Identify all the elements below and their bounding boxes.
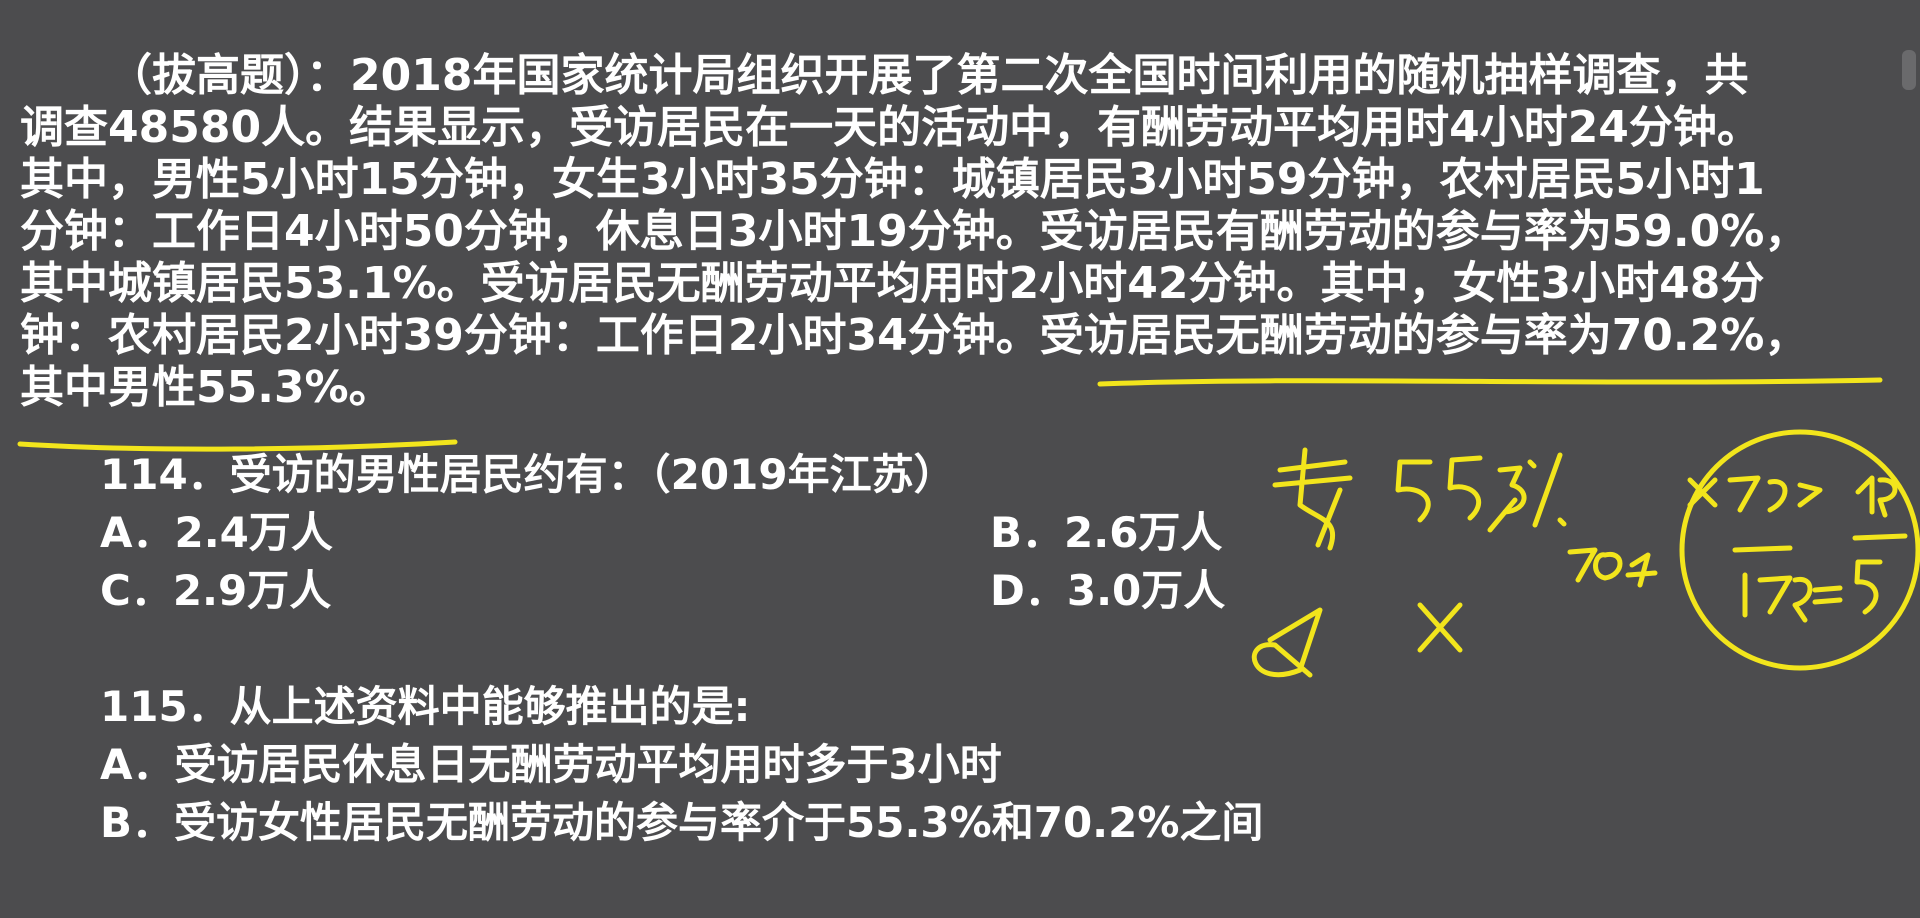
ink-male-character (1272, 447, 1353, 551)
underline-participation-rate (1097, 377, 1883, 387)
ink-circle (1679, 429, 1920, 671)
question-114-option-a[interactable]: A．2.4万人 (100, 506, 333, 560)
passage-line-2: 调查48580人。结果显示，受访居民在一天的活动中，有酬劳动平均用时4小时24分… (20, 102, 1761, 153)
ink-fraction-bar (1732, 545, 1793, 553)
question-115-stem: 115．从上述资料中能够推出的是: (100, 682, 751, 731)
passage-line-7: 其中男性55.3%。 (20, 362, 393, 413)
passage-line-6: 钟：农村居民2小时39分钟：工作日2小时34分钟。受访居民无酬劳动的参与率为70… (20, 310, 1809, 361)
question-114-option-b[interactable]: B．2.6万人 (990, 506, 1222, 560)
ink-1-19 (1742, 572, 1813, 623)
passage-line-5: 其中城镇居民53.1%。受访居民无酬劳动平均用时2小时42分钟。其中，女性3小时… (20, 258, 1765, 309)
ink-fraction-bar-2 (1852, 533, 1908, 541)
slide: （拔高题）：2018年国家统计局组织开展了第二次全国时间利用的随机抽样调查，共 … (0, 0, 1920, 918)
ink-55-3-percent (1395, 452, 1567, 528)
question-115-option-b[interactable]: B．受访女性居民无酬劳动的参与率介于55.3%和70.2%之间 (100, 796, 1263, 850)
question-114-option-c[interactable]: C．2.9万人 (100, 564, 331, 618)
ink-49 (1855, 475, 1898, 518)
scrollbar-thumb[interactable] (1902, 50, 1916, 90)
question-115-option-a[interactable]: A．受访居民休息日无酬劳动平均用时多于3小时 (100, 738, 1002, 792)
ink-female-character (1251, 607, 1323, 678)
passage-line-3: 其中，男性5小时15分钟，女生3小时35分钟：城镇居民3小时59分钟，农村居民5… (20, 154, 1765, 205)
ink-times-mark (1417, 602, 1463, 653)
question-114-option-d[interactable]: D．3.0万人 (990, 564, 1225, 618)
ink-down-stroke (1487, 497, 1518, 533)
ink-times-70-2 (1687, 475, 1823, 513)
ink-5 (1854, 559, 1883, 615)
ink-equals (1812, 585, 1843, 605)
passage-line-4: 分钟：工作日4小时50分钟，休息日3小时19分钟。受访居民有酬劳动的参与率为59… (20, 206, 1809, 257)
ink-70-4 (1567, 547, 1658, 588)
passage-line-1: （拔高题）：2018年国家统计局组织开展了第二次全国时间利用的随机抽样调查，共 (108, 50, 1749, 101)
question-114-stem: 114．受访的男性居民约有：（2019年江苏） (100, 450, 956, 499)
